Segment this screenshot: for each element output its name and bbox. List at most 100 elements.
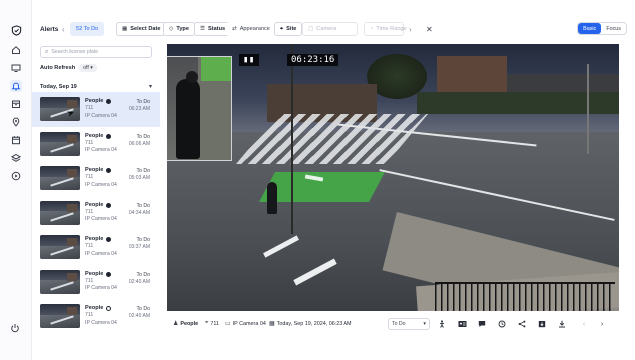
camera-filter-input[interactable]: ▢ Camera (302, 22, 358, 36)
alert-time: 02:40 AM (128, 313, 150, 319)
map-pin-icon[interactable] (10, 116, 22, 128)
calendar-icon: ▦ (269, 321, 275, 327)
alert-thumbnail (40, 304, 80, 328)
alert-camera: IP Camera 04 (85, 147, 117, 154)
layers-icon[interactable] (10, 152, 22, 164)
day-group-label: Today, Sep 19 (40, 83, 77, 90)
list-item[interactable]: People 711 IP Camera 04 To Do 03:37 AM (32, 230, 160, 265)
alerts-toolbar: Alerts ‹ 52 To Do ▦ Select Date ◇ Type ☰… (32, 22, 635, 38)
auto-refresh-select[interactable]: off ▾ (79, 64, 97, 72)
list-item[interactable]: People 711 IP Camera 04 To Do 05:03 AM (32, 161, 160, 196)
time-range-placeholder: Time Range (376, 26, 407, 32)
alert-time: 05:03 AM (128, 175, 150, 181)
alert-camera: IP Camera 04 (85, 319, 117, 326)
map-pin-icon: ⌖ (205, 320, 209, 326)
camera-filter-placeholder: Camera (316, 26, 337, 32)
detail-camera: ▭ IP Camera 04 (225, 320, 266, 328)
status-select[interactable]: To Do ▾ (388, 318, 430, 330)
next-alert-button[interactable]: › (597, 319, 607, 329)
alert-thumbnail (40, 166, 80, 190)
type-filter-label: Type (176, 26, 189, 32)
calendar-icon[interactable] (10, 134, 22, 146)
alert-thumbnail (40, 269, 80, 294)
alert-time: 02:40 AM (128, 278, 150, 285)
share-icon[interactable] (517, 319, 527, 329)
detail-type: ♟ People (173, 320, 199, 328)
alert-status: To Do (136, 271, 150, 278)
play-circle-icon[interactable] (10, 170, 22, 182)
camera-icon: ▭ (225, 321, 231, 327)
alert-status: To Do (136, 237, 150, 243)
person-pose-icon[interactable] (437, 319, 447, 329)
person-zoom-inset[interactable] (167, 56, 232, 161)
power-icon[interactable] (10, 323, 20, 335)
history-icon[interactable] (497, 319, 507, 329)
auto-refresh-label: Auto Refresh (40, 65, 76, 71)
alert-type: People (85, 236, 117, 243)
view-focus-button[interactable]: Focus (601, 23, 626, 34)
alert-location: 711 (85, 139, 94, 146)
scene-pole (291, 44, 293, 234)
prev-period-button[interactable]: ‹ (62, 22, 65, 36)
logo-shield-icon[interactable] (10, 24, 22, 36)
clear-filters-button[interactable]: ✕ (426, 22, 433, 36)
day-group-header[interactable]: Today, Sep 19 ▾ (40, 83, 152, 91)
alert-thumbnail (40, 235, 80, 259)
person-icon (106, 237, 112, 243)
alert-status: To Do (136, 168, 150, 174)
list-item[interactable]: People 711 IP Camera 04 To Do 02:40 AM (32, 299, 160, 334)
view-basic-button[interactable]: Basic (578, 23, 602, 34)
alert-time: 06:23 AM (128, 106, 150, 112)
appearance-icon: ⇄ (232, 26, 237, 32)
person-icon (106, 99, 112, 105)
list-item[interactable]: People 711 IP Camera 04 To Do 06:23 AM ➤ (32, 92, 160, 127)
detail-location: ⌖ 711 (205, 320, 219, 327)
chevron-down-icon: ▾ (423, 321, 426, 327)
alert-thumbnail (40, 200, 80, 225)
list-item[interactable]: People 711 IP Camera 04 To Do 06:06 AM (32, 127, 160, 162)
download-icon[interactable] (557, 319, 567, 329)
alert-location: 711 (85, 277, 94, 284)
archive-down-icon[interactable] (537, 319, 547, 329)
bell-icon[interactable] (10, 80, 22, 92)
archive-icon[interactable] (10, 98, 22, 110)
person-outline-icon (106, 306, 112, 312)
list-item[interactable]: People 711 IP Camera 04 To Do 04:34 AM (32, 196, 160, 231)
detected-person (176, 79, 200, 159)
monitor-icon[interactable] (10, 62, 22, 74)
list-item[interactable]: People 711 IP Camera 04 To Do 02:40 AM (32, 265, 160, 300)
type-filter-button[interactable]: ◇ Type (163, 22, 195, 36)
auto-refresh-value: off (83, 65, 89, 71)
clock-icon: ◔ (370, 26, 374, 32)
alert-type: People (85, 202, 117, 209)
next-period-button[interactable]: › (409, 22, 412, 36)
video-timestamp: 06:23:16 (287, 54, 339, 66)
appearance-filter-label: Appearance (239, 26, 270, 32)
appearance-filter-button[interactable]: ⇄ Appearance (226, 22, 276, 36)
alert-status: To Do (136, 133, 150, 140)
alert-thumbnail (40, 131, 80, 156)
person-icon (106, 271, 112, 277)
comment-icon[interactable] (477, 319, 487, 329)
alert-type: People (85, 167, 117, 174)
alert-type: People (85, 98, 117, 105)
home-icon[interactable] (10, 44, 22, 56)
select-date-label: Select Date (130, 26, 161, 32)
alert-location: 711 (85, 174, 94, 181)
time-range-input[interactable]: ◔ Time Range (364, 22, 407, 36)
license-plate-search[interactable]: ⌕ (40, 46, 152, 58)
todo-filter-chip[interactable]: 52 To Do (70, 22, 105, 36)
search-input[interactable] (51, 49, 148, 55)
alerts-list: People 711 IP Camera 04 To Do 06:23 AM ➤… (32, 92, 160, 334)
alert-camera: IP Camera 04 (85, 285, 117, 292)
auto-refresh-control: Auto Refresh off ▾ (40, 64, 97, 72)
select-date-button[interactable]: ▦ Select Date (116, 22, 167, 36)
alert-video-frame[interactable]: ▮▮ 06:23:16 (167, 44, 619, 311)
id-card-icon[interactable] (457, 319, 467, 329)
alert-details-bar: ♟ People ⌖ 711 ▭ IP Camera 04 ▦ Today, Sep 1… (167, 315, 619, 333)
detected-person (267, 182, 277, 214)
calendar-icon: ▦ (122, 26, 128, 32)
prev-alert-button[interactable]: ‹ (579, 319, 589, 329)
camera-overlay-label: ▮▮ (239, 54, 259, 66)
site-filter-button[interactable]: ⌖ Site (274, 22, 303, 36)
